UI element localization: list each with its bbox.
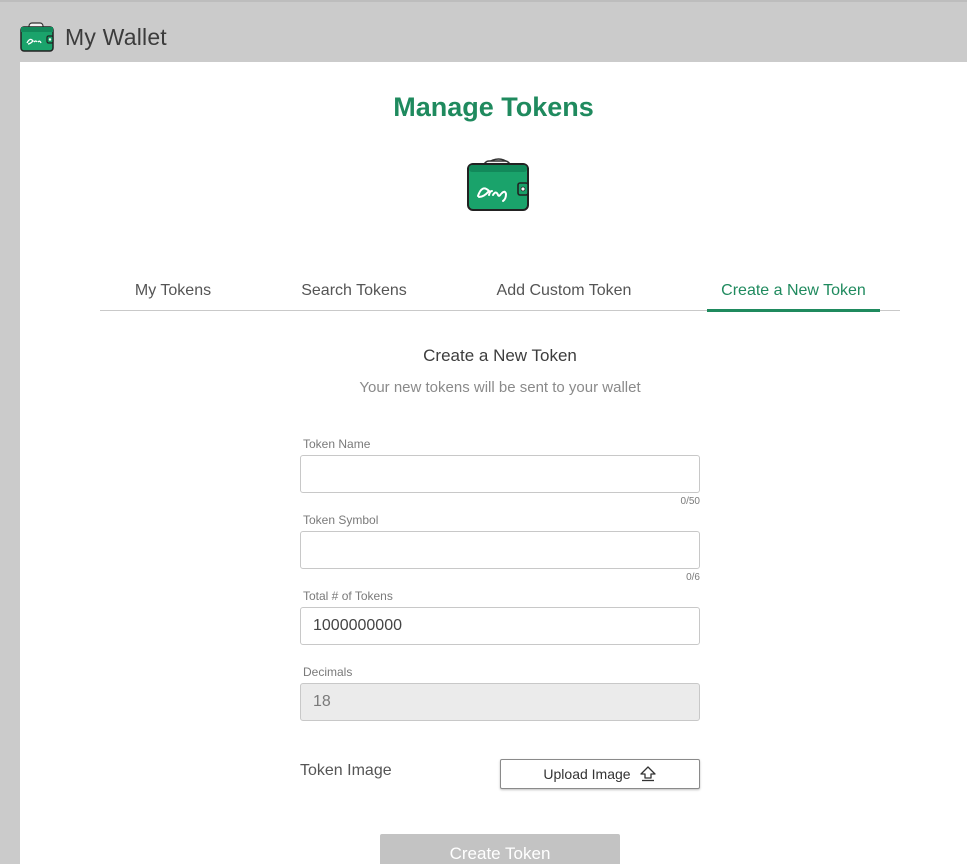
token-symbol-counter: 0/6 [686,572,700,583]
tab-add-custom-token[interactable]: Add Custom Token [490,280,638,311]
decimals-input [300,683,700,721]
token-name-label: Token Name [303,437,371,451]
token-symbol-input[interactable] [300,531,700,569]
form-subtitle: Your new tokens will be sent to your wal… [359,379,641,396]
tab-search-tokens[interactable]: Search Tokens [293,280,415,311]
app-title: My Wallet [65,24,167,50]
decimals-label: Decimals [303,665,353,679]
token-name-counter: 0/50 [680,496,700,507]
total-tokens-input[interactable] [300,607,700,645]
upload-image-label: Upload Image [543,766,631,782]
token-symbol-label: Token Symbol [303,513,379,527]
token-image-label: Token Image [300,762,392,779]
page-title: Manage Tokens [393,92,594,122]
tab-bar: My Tokens Search Tokens Add Custom Token… [100,280,900,312]
wallet-logo-icon [20,22,54,52]
upload-icon [639,766,656,782]
token-name-input[interactable] [300,455,700,493]
tab-create-new-token[interactable]: Create a New Token [707,280,880,312]
upload-image-button[interactable]: Upload Image [500,759,700,789]
total-tokens-label: Total # of Tokens [303,589,393,603]
wallet-logo-icon [467,158,529,211]
tab-my-tokens[interactable]: My Tokens [118,280,228,311]
create-token-button[interactable]: Create Token [380,834,620,864]
top-bar: My Wallet [0,0,967,62]
main-panel: Manage Tokens My Tokens Search Tokens Ad… [20,62,967,864]
form-title: Create a New Token [423,346,577,365]
